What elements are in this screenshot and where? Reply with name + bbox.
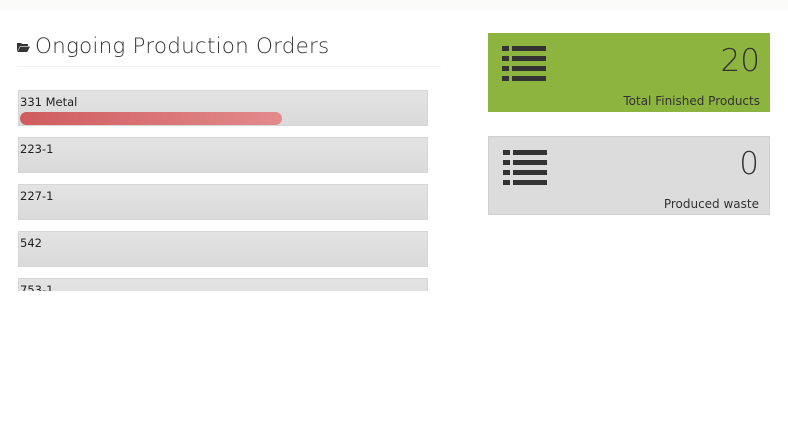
- orders-list: 331 Metal 223-1 227-1 542 753-1: [17, 90, 429, 291]
- order-label: 753-1: [20, 283, 54, 291]
- list-icon: [502, 46, 546, 81]
- order-label: 223-1: [20, 142, 54, 156]
- orders-panel-header: Ongoing Production Orders: [17, 28, 441, 67]
- top-band: [0, 0, 788, 10]
- order-row-753-1[interactable]: 753-1: [18, 278, 428, 291]
- folder-open-icon: [17, 43, 30, 52]
- produced-waste-label: Produced waste: [663, 197, 759, 211]
- order-row-223-1[interactable]: 223-1: [18, 137, 428, 173]
- finished-products-count: 20: [720, 43, 760, 79]
- produced-waste-card[interactable]: 0 Produced waste: [488, 136, 770, 215]
- finished-products-label: Total Finished Products: [623, 94, 760, 108]
- order-label: 331 Metal: [20, 95, 78, 109]
- order-row-227-1[interactable]: 227-1: [18, 184, 428, 220]
- order-progress-fill: [20, 112, 283, 125]
- order-row-542[interactable]: 542: [18, 231, 428, 267]
- order-progress-bar: [20, 112, 348, 125]
- order-label: 542: [20, 236, 42, 250]
- ongoing-production-orders-panel: Ongoing Production Orders 331 Metal 223-…: [17, 28, 441, 291]
- produced-waste-count: 0: [739, 146, 759, 182]
- total-finished-products-card[interactable]: 20 Total Finished Products: [488, 33, 770, 112]
- list-icon: [503, 150, 547, 185]
- orders-panel-title: Ongoing Production Orders: [35, 33, 330, 59]
- dashboard-page: Ongoing Production Orders 331 Metal 223-…: [0, 0, 788, 444]
- order-row-331-metal[interactable]: 331 Metal: [18, 90, 428, 126]
- order-label: 227-1: [20, 189, 54, 203]
